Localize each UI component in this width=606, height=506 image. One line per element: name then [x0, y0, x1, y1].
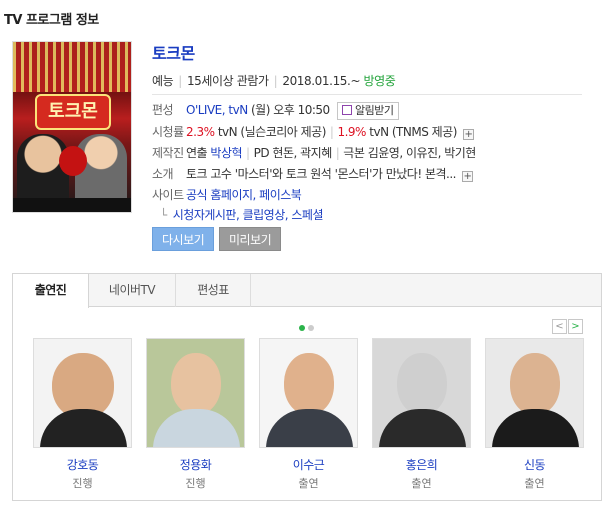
ratings-row: 시청률 2.3% tvN (닐슨코리아 제공) | 1.9% tvN (TNMS 제공…: [152, 125, 474, 140]
writer-label: 극본: [343, 146, 365, 160]
carousel-arrows: < >: [552, 318, 583, 334]
alarm-label: 알림받기: [355, 104, 394, 117]
pd-label: PD: [253, 146, 270, 160]
program-poster[interactable]: 토크몬: [12, 41, 132, 213]
intro-row: 소개 토크 고수 '마스터'와 토크 원석 '몬스터'가 만났다! 본격... +: [152, 165, 592, 183]
schedule-channel[interactable]: O'LIVE, tvN: [186, 103, 248, 117]
page-dot[interactable]: [308, 325, 314, 331]
site-links[interactable]: 공식 홈페이지, 페이스북: [186, 188, 302, 202]
cast-member[interactable]: 정용화 진행: [146, 338, 245, 491]
intro-text: 토크 고수 '마스터'와 토크 원석 '몬스터'가 만났다! 본격...: [186, 167, 457, 181]
site-sub-row: └ 시청자게시판, 클립영상, 스페셜: [160, 206, 600, 224]
genre: 예능: [152, 74, 174, 88]
cast-member[interactable]: 홍은희 출연: [372, 338, 471, 491]
cast-member[interactable]: 이수근 출연: [259, 338, 358, 491]
program-summary: 예능 | 15세이상 관람가 | 2018.01.15.~ 방영중: [152, 74, 396, 88]
schedule-time: (월) 오후 10:50: [251, 103, 330, 117]
director-label: 연출: [186, 146, 208, 160]
rating-source-1: tvN (닐슨코리아 제공): [217, 125, 327, 139]
cast-role: 진행: [185, 477, 206, 490]
chevron-right-icon[interactable]: >: [568, 319, 583, 334]
cast-name[interactable]: 신동: [485, 456, 584, 473]
director-name[interactable]: 박상혁: [210, 146, 242, 160]
divider: [152, 94, 582, 95]
pd-names: 현돈, 곽지혜: [272, 146, 332, 160]
schedule-row: 편성 O'LIVE, tvN (월) 오후 10:50 알림받기: [152, 101, 592, 120]
site-label: 사이트: [152, 188, 184, 202]
cast-photo[interactable]: [485, 338, 584, 448]
tab-navertv[interactable]: 네이버TV: [89, 274, 176, 307]
cast-photo[interactable]: [33, 338, 132, 448]
ratings-label: 시청률: [152, 125, 184, 139]
program-title[interactable]: 토크몬: [152, 40, 195, 64]
site-row: 사이트 공식 홈페이지, 페이스북: [152, 186, 592, 204]
schedule-label: 편성: [152, 103, 174, 117]
poster-mascot: [59, 146, 87, 176]
tab-cast[interactable]: 출연진: [13, 274, 89, 308]
cast-role: 출연: [411, 477, 432, 490]
poster-logo: 토크몬: [35, 94, 111, 130]
crew-label: 제작진: [152, 146, 184, 160]
poster-stage: [13, 42, 131, 92]
rating-value-1: 2.3%: [186, 125, 215, 139]
rating-source-2: tvN (TNMS 제공): [369, 125, 457, 139]
tab-bar: 출연진 네이버TV 편성표: [13, 274, 601, 308]
cast-panel: 출연진 네이버TV 편성표 < > 강호동 진행 정용화 진행 이수근 출연 홍…: [12, 273, 602, 501]
cast-role: 출연: [298, 477, 319, 490]
cast-name[interactable]: 강호동: [33, 456, 132, 473]
plus-icon[interactable]: +: [462, 171, 473, 182]
age-rating: 15세이상 관람가: [186, 74, 269, 88]
tab-schedule[interactable]: 편성표: [176, 274, 251, 307]
writer-names: 김윤영, 이유진, 박기현: [367, 146, 477, 160]
cast-role: 진행: [72, 477, 93, 490]
preview-button[interactable]: 미리보기: [219, 227, 282, 251]
plus-icon[interactable]: +: [462, 129, 474, 140]
status-badge: 방영중: [363, 74, 396, 88]
intro-label: 소개: [152, 167, 174, 181]
cast-name[interactable]: 이수근: [259, 456, 358, 473]
rating-value-2: 1.9%: [337, 125, 366, 139]
page-dot-active[interactable]: [299, 325, 305, 331]
cast-photo[interactable]: [372, 338, 471, 448]
replay-button[interactable]: 다시보기: [152, 227, 215, 251]
carousel-indicator: [299, 320, 317, 334]
chevron-left-icon[interactable]: <: [552, 319, 567, 334]
calendar-icon: [342, 105, 353, 115]
section-title: TV 프로그램 정보: [4, 13, 99, 28]
cast-photo[interactable]: [146, 338, 245, 448]
alarm-button[interactable]: 알림받기: [337, 102, 399, 120]
cast-member[interactable]: 신동 출연: [485, 338, 584, 491]
crew-row: 제작진 연출 박상혁 | PD 현돈, 곽지혜 | 극본 김윤영, 이유진, 박기현: [152, 146, 477, 160]
cast-name[interactable]: 정용화: [146, 456, 245, 473]
cast-photo[interactable]: [259, 338, 358, 448]
sub-branch-icon: └: [160, 208, 167, 222]
cast-member[interactable]: 강호동 진행: [33, 338, 132, 491]
site-sub-links[interactable]: 시청자게시판, 클립영상, 스페셜: [173, 208, 324, 222]
start-date: 2018.01.15.~: [282, 74, 361, 88]
cast-role: 출연: [524, 477, 545, 490]
poster-footer: [13, 198, 131, 212]
cast-name[interactable]: 홍은희: [372, 456, 471, 473]
